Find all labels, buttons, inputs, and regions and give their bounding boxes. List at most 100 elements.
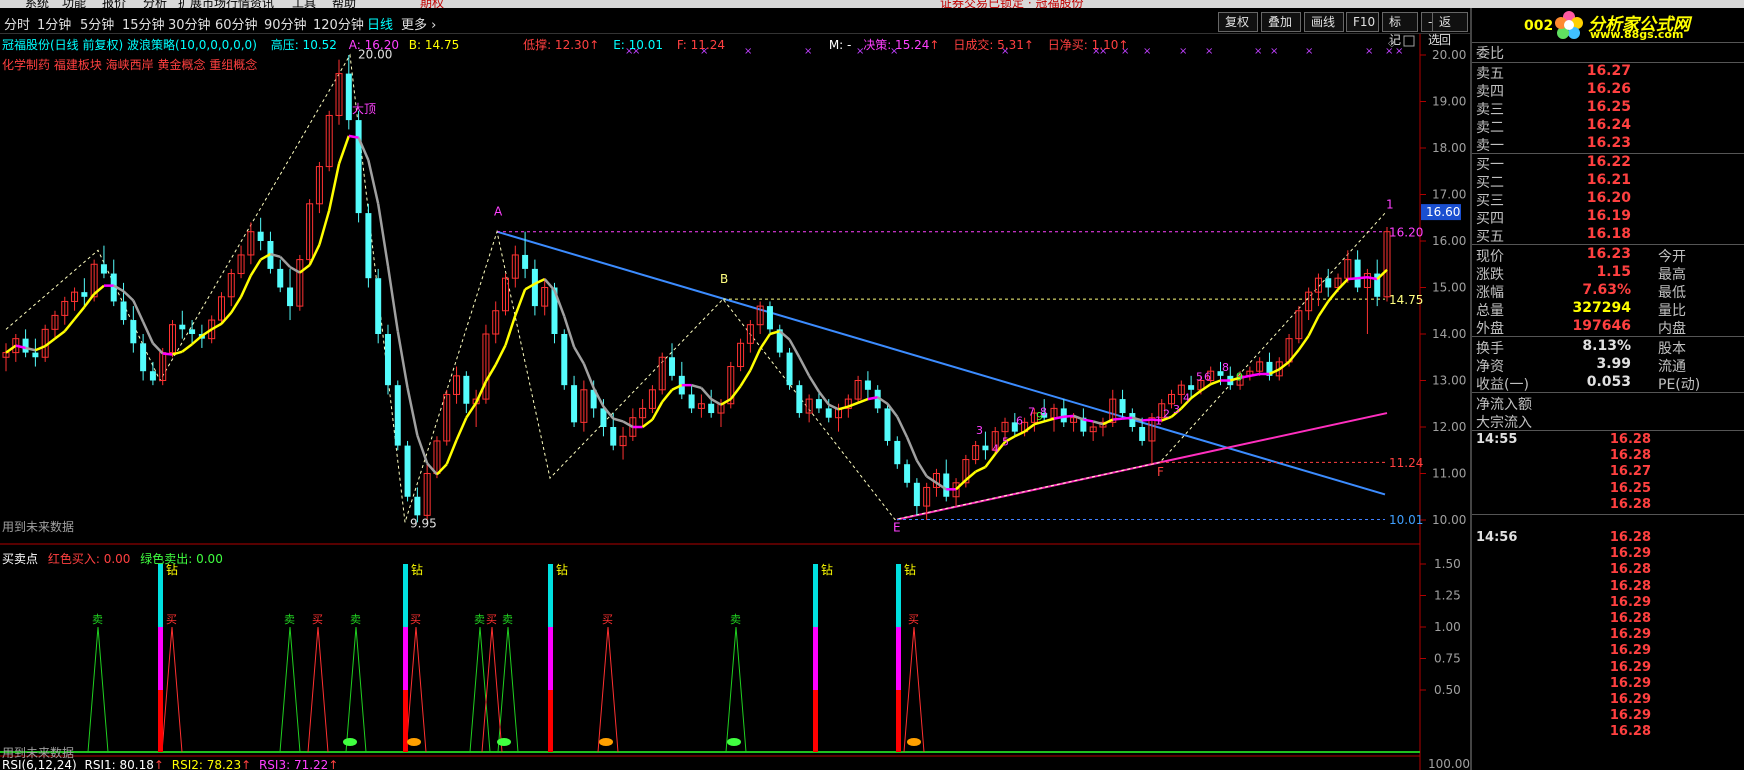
ask-level: 卖四 16.26: [1472, 81, 1744, 100]
menu-item[interactable]: 扩展市场行情: [178, 0, 250, 8]
period-tab[interactable]: 更多 ›: [401, 14, 436, 33]
toolbar-button[interactable]: 画线: [1304, 12, 1344, 32]
toolbar-button[interactable]: 复权: [1218, 12, 1258, 32]
toolbar-button[interactable]: F10: [1346, 12, 1379, 32]
buy-signal-label: 买: [312, 613, 323, 626]
tick-row: 16.29: [1472, 660, 1744, 677]
axis-tick-label: 1.50: [1434, 557, 1461, 571]
period-tab[interactable]: 5分钟: [80, 14, 114, 33]
period-tab[interactable]: 60分钟: [215, 14, 258, 33]
axis-tick-label: 19.00: [1432, 95, 1466, 109]
menu-item[interactable]: 分析: [143, 0, 167, 8]
ask-level-label: 卖三: [1476, 102, 1504, 118]
level-label-1620: 16.20: [1389, 225, 1423, 239]
moving-average-line: [651, 401, 664, 421]
candle-body-down: [287, 287, 294, 307]
moving-average-line: [132, 299, 145, 323]
menu-item[interactable]: 功能: [62, 0, 86, 8]
moving-average-line: [1288, 349, 1300, 363]
sequence-number: 6: [1204, 371, 1211, 384]
bid-level: 买四 16.19: [1472, 208, 1744, 227]
tick-price: 16.28: [1609, 448, 1651, 464]
site-logo: 分析家公式网 www.88gs.com: [1552, 8, 1744, 42]
candle-body-down: [100, 264, 107, 274]
period-tab[interactable]: 日线: [367, 14, 393, 33]
up-arrow-icon: ↑: [153, 758, 164, 770]
menu-item[interactable]: 报价: [102, 0, 126, 8]
period-tab[interactable]: 分时: [4, 14, 30, 33]
bid-level-label: 买二: [1476, 175, 1504, 191]
period-tab[interactable]: 90分钟: [264, 14, 307, 33]
period-tab[interactable]: 120分钟: [313, 14, 364, 33]
moving-average-line: [337, 135, 350, 165]
buy-signal-peak: [903, 626, 925, 753]
tick-row: 16.28: [1472, 724, 1744, 741]
quote-stat-2-label: 换手: [1476, 341, 1504, 357]
moving-average-line: [1112, 417, 1123, 421]
moving-average-line: [925, 475, 938, 484]
menu-item[interactable]: 资讯: [250, 0, 274, 8]
toolbar-button[interactable]: 叠加: [1261, 12, 1301, 32]
stock-code: 002: [1524, 18, 1554, 34]
bid-level: 买三 16.20: [1472, 190, 1744, 209]
axis-tick-label: 15.00: [1432, 281, 1466, 295]
moving-average-line: [220, 311, 233, 325]
candlestick-chart[interactable]: 20.00 19.00 18.00 17.00 16.00 15.00 14.00 13.00…: [0, 34, 1470, 770]
candle-body-down: [1139, 427, 1146, 441]
moving-average-line: [34, 344, 46, 352]
sequence-number: 5: [1196, 371, 1203, 384]
tick-price: 16.29: [1609, 627, 1651, 643]
period-toolbar: 分时 1分钟 5分钟 15分钟 30分钟 60分钟 90分钟 120分钟 日线 更多 › 复权 叠加画…: [0, 10, 1470, 47]
period-tab[interactable]: 15分钟: [122, 14, 165, 33]
ask-level-value: 16.24: [1586, 117, 1631, 133]
moving-average-line: [426, 462, 438, 476]
wave-point-b: B: [720, 272, 728, 286]
menu-item[interactable]: 工具: [292, 0, 316, 8]
moving-average-line: [239, 274, 252, 298]
rsi2-value: RSI2: 78.23: [171, 758, 242, 770]
candle-body-down: [522, 254, 529, 269]
moving-average-line: [1014, 430, 1026, 438]
sub-indicator-title: 买卖点: [2, 552, 39, 566]
menu-item-active[interactable]: 期权: [420, 0, 444, 8]
menu-item[interactable]: 系统: [25, 0, 49, 8]
marker-x-icon: ×: [1205, 46, 1213, 57]
candle-body-down: [120, 301, 127, 321]
ask-level: 卖三 16.25: [1472, 99, 1744, 118]
toolbar-button[interactable]: 返回: [1432, 12, 1468, 47]
toolbar-button[interactable]: 标记: [1382, 12, 1418, 47]
moving-average-line: [249, 258, 262, 277]
wave-point-e: E: [893, 521, 901, 535]
ask-level-value: 16.26: [1586, 81, 1631, 97]
flow-row: 大宗流入: [1472, 412, 1744, 431]
quote-stat-value: 1.15: [1596, 264, 1631, 280]
candle-body-down: [815, 399, 822, 409]
period-tab[interactable]: 1分钟: [37, 14, 71, 33]
axis-tick-label: 10.00: [1432, 513, 1466, 527]
divider: [1472, 430, 1744, 431]
bid-level-label: 买四: [1476, 211, 1504, 227]
candle-body-down: [257, 231, 264, 241]
up-arrow-icon: ↑: [241, 758, 252, 770]
candle-body-down: [384, 334, 391, 386]
quote-stat-2-value: 8.13%: [1582, 338, 1631, 354]
moving-average-line: [543, 278, 556, 292]
quote-stat-label: 总量: [1476, 303, 1504, 319]
candle-body-down: [404, 445, 411, 497]
quote-stat-label2: 内盘: [1658, 321, 1686, 337]
flower-logo-icon: [1555, 11, 1583, 39]
axis-tick-label: 1.25: [1434, 589, 1461, 603]
tick-row: 16.28: [1472, 432, 1744, 449]
menu-item[interactable]: 帮助: [332, 0, 356, 8]
quote-stat: 外盘 197646 内盘: [1472, 318, 1744, 337]
candle-body-down: [894, 440, 901, 465]
quote-stat-label: 现价: [1476, 249, 1504, 265]
moving-average-line: [201, 328, 213, 337]
period-tab[interactable]: 30分钟: [168, 14, 211, 33]
candle-body-down: [375, 278, 382, 334]
candle-body-down: [825, 408, 832, 418]
axis-tick-label: 13.00: [1432, 374, 1466, 388]
moving-average-line: [162, 352, 173, 356]
candle-body-down: [414, 496, 421, 516]
sell-signal-peak: [725, 626, 747, 753]
